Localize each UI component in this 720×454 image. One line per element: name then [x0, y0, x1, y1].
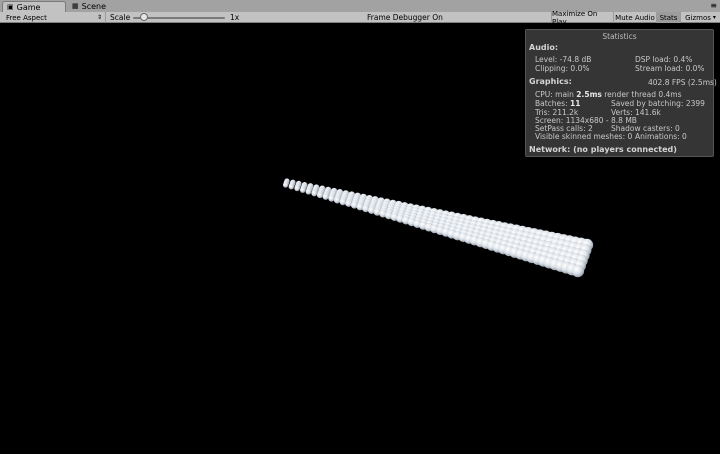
stats-button[interactable]: Stats [656, 12, 680, 23]
saved-by-batching: Saved by batching: 2399 [611, 99, 705, 108]
sphere [288, 184, 294, 190]
stream-load: Stream load: 0.0% [635, 64, 705, 73]
chevron-down-icon: ▾ [712, 14, 716, 21]
frame-debugger-label: Frame Debugger On [367, 13, 443, 22]
batches-readout: Batches: 11 [535, 99, 580, 108]
scene-icon: ▦ [72, 2, 79, 10]
stats-label: Stats [659, 13, 678, 22]
mute-label: Mute Audio [615, 13, 655, 22]
sphere [305, 188, 312, 195]
sphere [345, 200, 352, 207]
sphere [299, 187, 306, 193]
sphere [316, 192, 324, 199]
game-icon: ▣ [7, 2, 14, 11]
skinned-meshes-readout: Visible skinned meshes: 0 [535, 132, 633, 141]
dsp-load: DSP load: 0.4% [635, 55, 693, 64]
sphere [311, 190, 318, 197]
aspect-label: Free Aspect [6, 13, 47, 22]
scale-value: 1x [230, 13, 240, 22]
gizmos-dropdown[interactable]: Gizmos ▾ [680, 12, 720, 23]
sphere [571, 264, 585, 278]
game-toolbar: Free Aspect ⇕ Scale 1x Frame Debugger On… [0, 10, 720, 26]
graphics-heading: Graphics: [529, 77, 572, 86]
maximize-on-play-button[interactable]: Maximize On Play [551, 10, 613, 26]
fps-readout: 402.8 FPS (2.5ms) [648, 78, 717, 87]
cpu-render: render thread 0.4ms [604, 90, 682, 99]
gizmos-label: Gizmos [685, 13, 711, 22]
sphere [333, 196, 341, 204]
sphere-grid [283, 178, 594, 278]
scale-slider-thumb[interactable] [140, 13, 149, 21]
panel-menu-icon[interactable]: ≡ [710, 1, 717, 10]
statistics-panel: Statistics Audio: Level: -74.8 dB DSP lo… [525, 29, 717, 157]
audio-level: Level: -74.8 dB [535, 55, 592, 64]
sphere [322, 193, 329, 200]
sphere [339, 198, 347, 206]
audio-clipping: Clipping: 0.0% [535, 64, 590, 73]
batches-value: 11 [570, 99, 581, 108]
scale-label: Scale [110, 13, 131, 22]
mute-audio-button[interactable]: Mute Audio [613, 12, 656, 23]
cpu-prefix: CPU: main [535, 90, 574, 99]
cpu-readout: CPU: main 2.5ms render thread 0.4ms [535, 90, 682, 99]
cpu-main-value: 2.5ms [576, 90, 602, 99]
sphere [328, 195, 335, 202]
audio-heading: Audio: [529, 43, 559, 52]
animations-readout: Animations: 0 [635, 132, 687, 141]
tab-game-label: Game [16, 2, 41, 12]
tab-scene-label: Scene [81, 2, 107, 11]
sphere [283, 182, 289, 188]
batches-prefix: Batches: [535, 99, 568, 108]
aspect-dropdown[interactable]: Free Aspect ⇕ [2, 12, 106, 23]
sphere [294, 185, 300, 192]
tab-scene[interactable]: ▦ Scene [68, 1, 128, 12]
network-status: Network: (no players connected) [529, 145, 677, 154]
statistics-title: Statistics [602, 32, 637, 41]
dropdown-arrows-icon: ⇕ [96, 14, 102, 21]
tab-game[interactable]: ▣ Game [2, 1, 66, 12]
